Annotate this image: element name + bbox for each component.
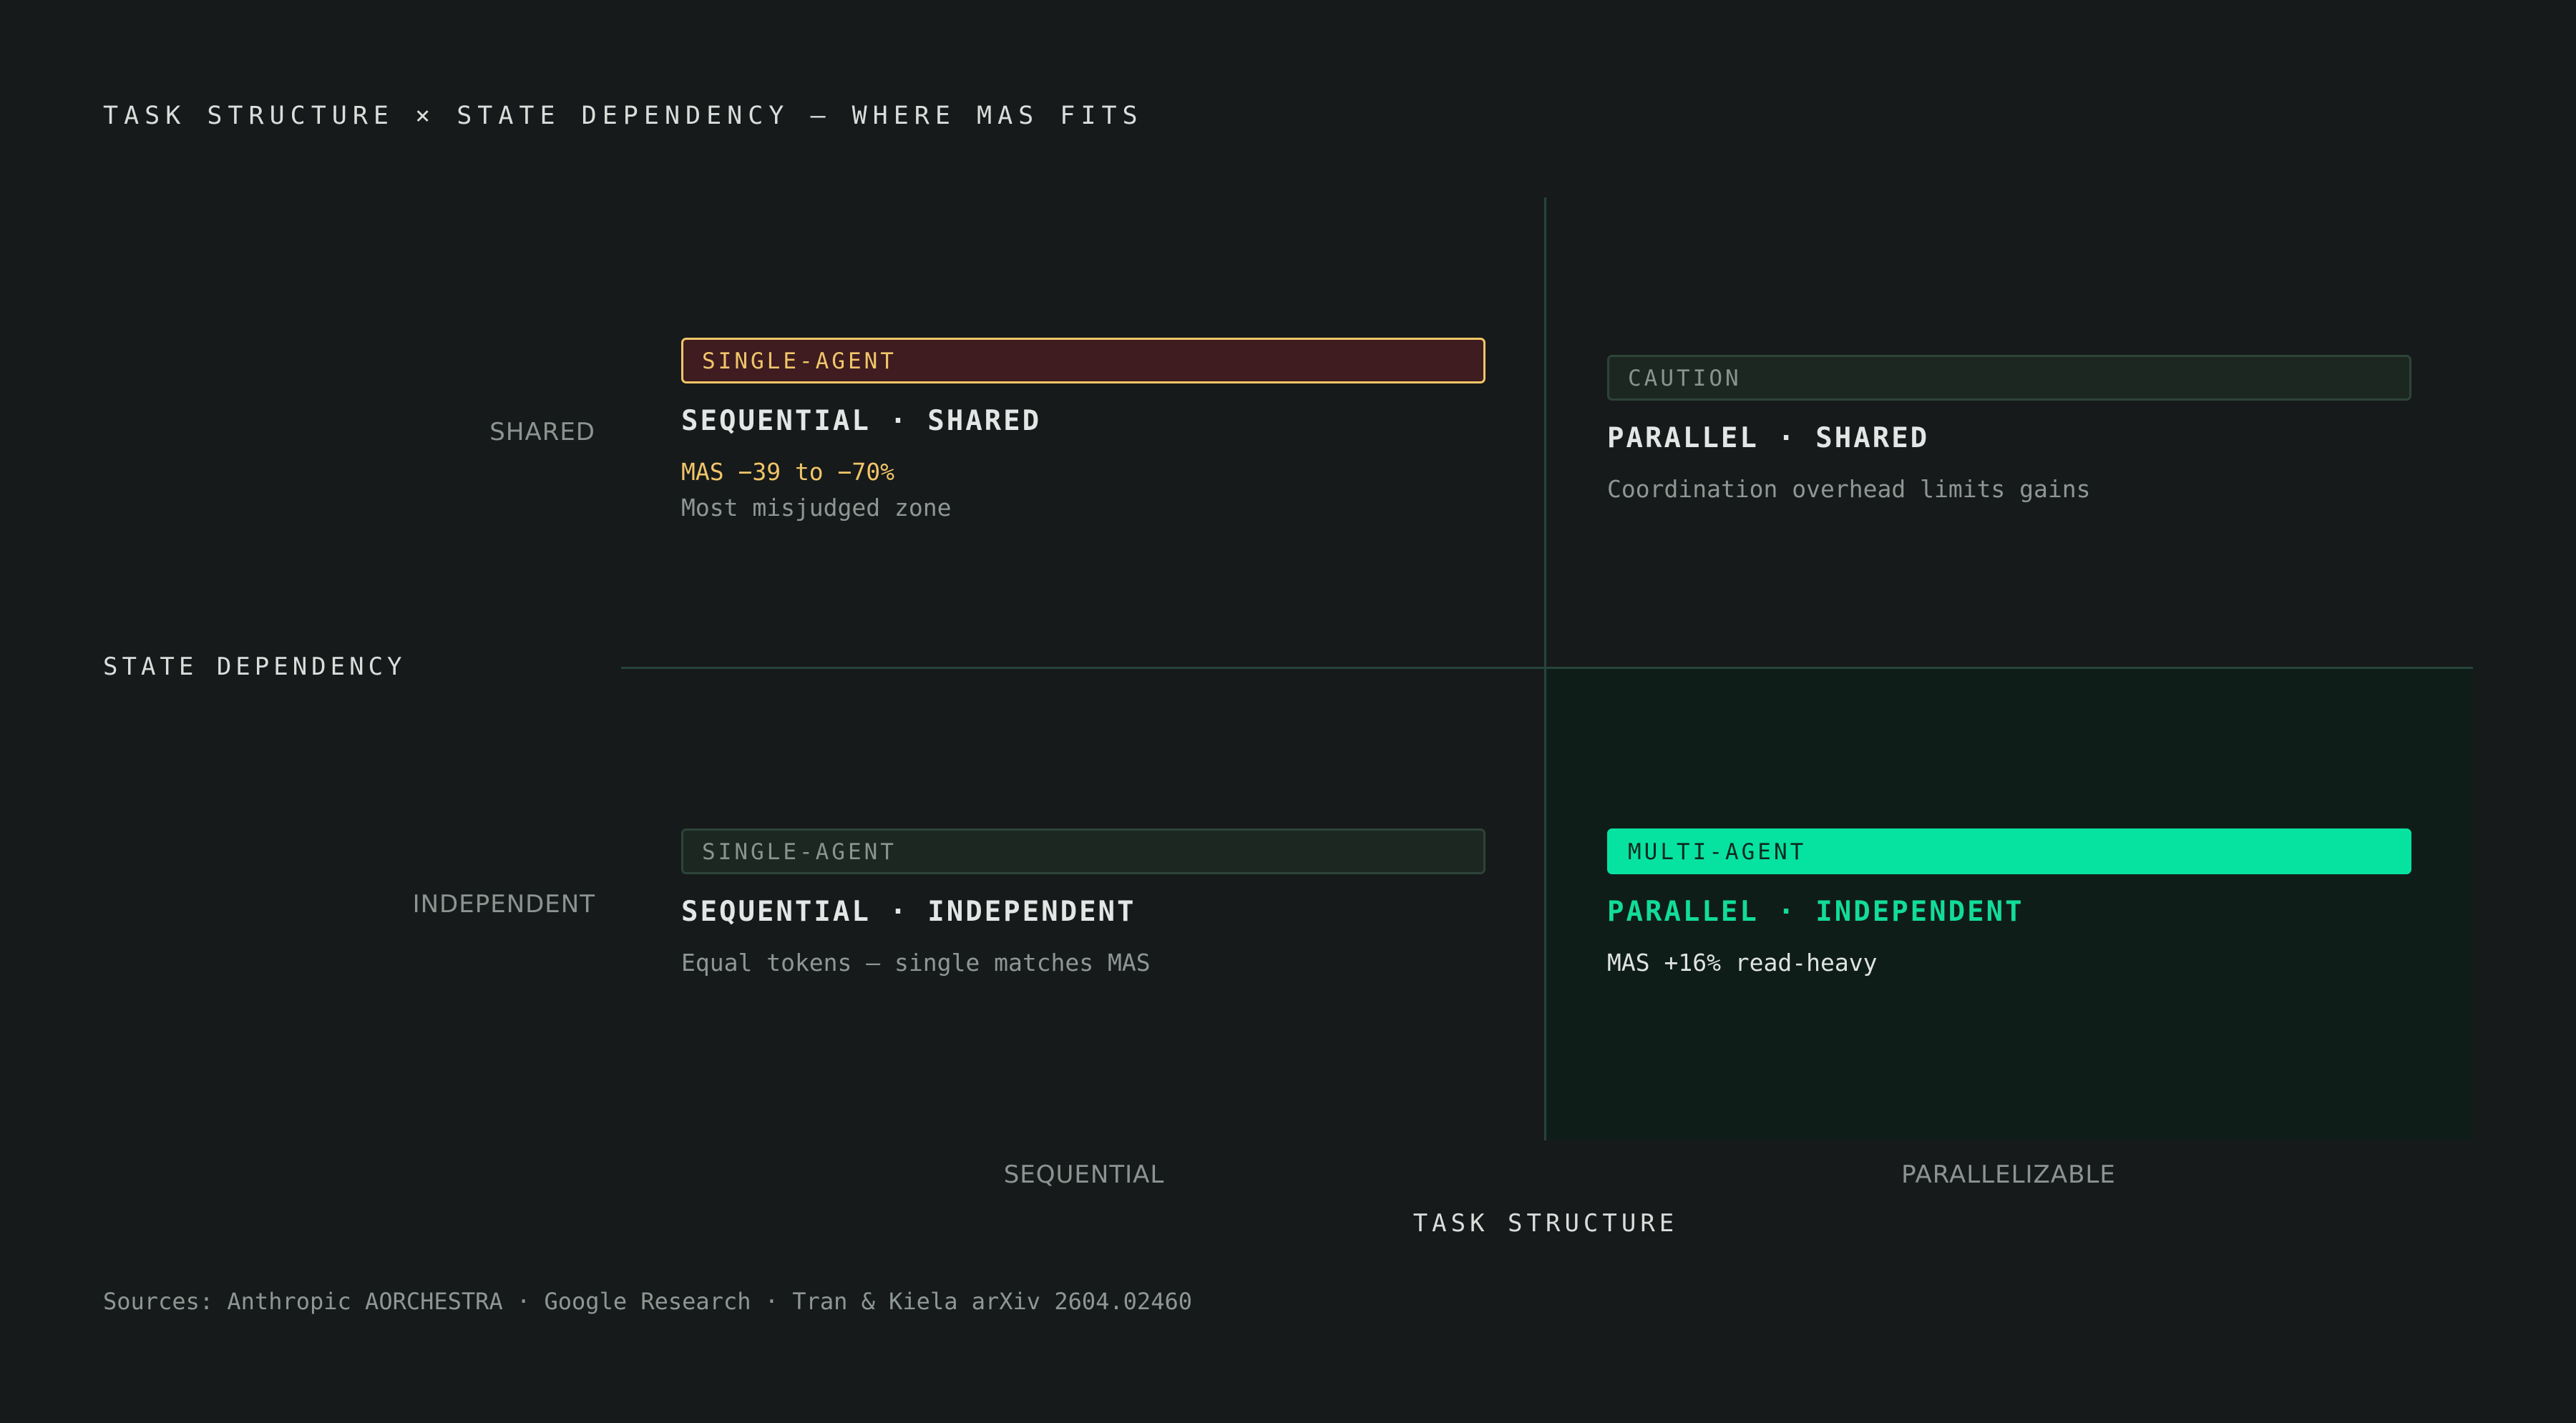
chart-title: TASK STRUCTURE × STATE DEPENDENCY — WHER…	[103, 102, 1143, 130]
quadrant-metric-sequential-shared: MAS −39 to −70%	[681, 458, 895, 486]
quadrant-title-sequential-shared: SEQUENTIAL · SHARED	[681, 405, 1042, 437]
y-axis-label-shared: SHARED	[489, 418, 595, 446]
quadrant-note-sequential-shared: Most misjudged zone	[681, 494, 952, 522]
quadrant-title-parallel-independent: PARALLEL · INDEPENDENT	[1607, 896, 2024, 928]
quadrant-title-sequential-independent: SEQUENTIAL · INDEPENDENT	[681, 896, 1136, 928]
x-axis-title: TASK STRUCTURE	[1413, 1209, 1679, 1238]
y-axis-title: STATE DEPENDENCY	[103, 652, 406, 681]
quadrant-note-parallel-shared: Coordination overhead limits gains	[1607, 475, 2091, 503]
badge-caution: CAUTION	[1607, 355, 2411, 401]
quadrant-metric-parallel-independent: MAS +16% read-heavy	[1607, 949, 1878, 977]
badge-multi-agent: MULTI-AGENT	[1607, 828, 2411, 874]
x-axis-label-parallelizable: PARALLELIZABLE	[1901, 1160, 2116, 1189]
y-axis-label-independent: INDEPENDENT	[412, 890, 595, 919]
badge-single-agent-warning: SINGLE-AGENT	[681, 338, 1485, 383]
quadrant-note-sequential-independent: Equal tokens — single matches MAS	[681, 949, 1151, 977]
horizontal-divider	[621, 667, 2473, 669]
quadrant-title-parallel-shared: PARALLEL · SHARED	[1607, 422, 1930, 454]
badge-single-agent: SINGLE-AGENT	[681, 828, 1485, 874]
x-axis-label-sequential: SEQUENTIAL	[1003, 1160, 1165, 1189]
vertical-divider	[1544, 197, 1546, 1140]
sources-footnote: Sources: Anthropic AORCHESTRA · Google R…	[103, 1288, 1192, 1315]
